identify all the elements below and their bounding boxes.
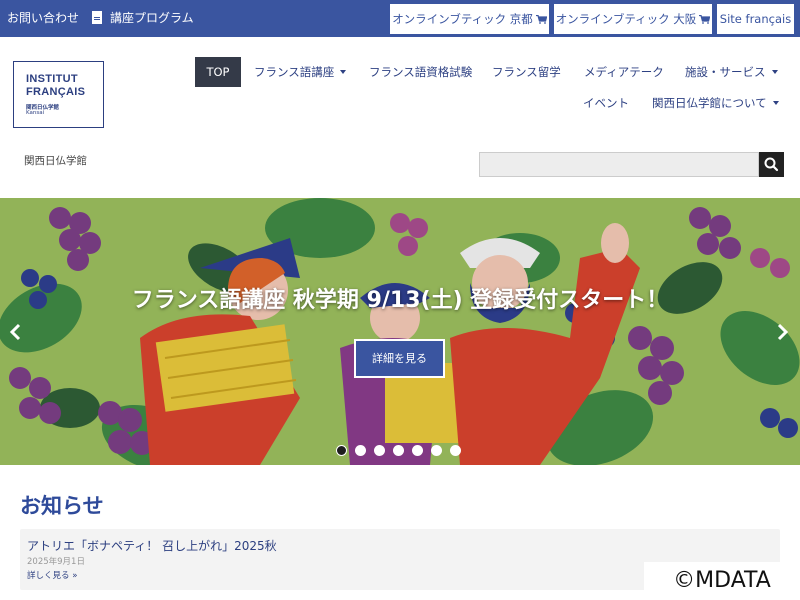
contact-link[interactable]: お問い合わせ bbox=[7, 0, 79, 37]
top-bar: お問い合わせ 講座プログラム オンラインブティック 京都 オンラインブティック … bbox=[0, 0, 800, 37]
boutique-kyoto-label: オンラインブティック 京都 bbox=[392, 12, 533, 26]
institut-francais-logo[interactable]: INSTITUT FRANÇAIS 関西日仏学館 Kansai bbox=[13, 61, 104, 128]
chevron-down-icon bbox=[771, 70, 778, 74]
cart-icon bbox=[699, 15, 711, 24]
nav-about-label: 関西日仏学館について bbox=[652, 96, 767, 110]
logo-line-2: FRANÇAIS bbox=[26, 86, 86, 98]
news-item-title[interactable]: アトリエ「ボナペティ！ 召し上がれ」2025秋 bbox=[27, 537, 277, 554]
nav-events[interactable]: イベント bbox=[583, 88, 629, 118]
chevron-right-icon[interactable] bbox=[772, 321, 792, 343]
slider-dot[interactable] bbox=[393, 445, 404, 456]
slider-dot[interactable] bbox=[336, 445, 347, 456]
chevron-down-icon bbox=[340, 70, 347, 74]
boutique-osaka-button[interactable]: オンラインブティック 大阪 bbox=[553, 3, 713, 35]
slider-dot[interactable] bbox=[431, 445, 442, 456]
slider-dot[interactable] bbox=[450, 445, 461, 456]
slider-dot[interactable] bbox=[374, 445, 385, 456]
nav-about[interactable]: 関西日仏学館について bbox=[652, 88, 779, 118]
nav-facilities-label: 施設・サービス bbox=[685, 65, 766, 79]
news-heading: お知らせ bbox=[20, 494, 104, 518]
site-francais-button[interactable]: Site français bbox=[716, 3, 795, 35]
slider-dot[interactable] bbox=[412, 445, 423, 456]
hero-illustration bbox=[0, 198, 800, 465]
nav-french-exams[interactable]: フランス語資格試験 bbox=[369, 57, 472, 87]
chevron-down-icon bbox=[772, 101, 779, 105]
news-item-more-link[interactable]: 詳しく見る » bbox=[27, 569, 77, 581]
nav-top[interactable]: TOP bbox=[195, 57, 241, 87]
logo-line-4: Kansai bbox=[26, 110, 45, 116]
cart-icon bbox=[535, 15, 547, 24]
boutique-osaka-label: オンラインブティック 大阪 bbox=[555, 12, 697, 26]
nav-french-courses-label: フランス語講座 bbox=[254, 65, 335, 79]
slider-dot[interactable] bbox=[355, 445, 366, 456]
program-link[interactable]: 講座プログラム bbox=[92, 0, 194, 37]
search-input[interactable] bbox=[479, 152, 759, 177]
search-button[interactable] bbox=[759, 152, 784, 177]
hero-details-button[interactable]: 詳細を見る bbox=[354, 339, 445, 378]
program-label: 講座プログラム bbox=[110, 11, 194, 25]
watermark: ©MDATA bbox=[644, 562, 800, 600]
hero-slider[interactable]: フランス語講座 秋学期 9/13(土) 登録受付スタート！ 詳細を見る bbox=[0, 198, 800, 465]
chevron-left-icon[interactable] bbox=[6, 321, 26, 343]
news-item-date: 2025年9月1日 bbox=[27, 557, 85, 567]
breadcrumb[interactable]: 関西日仏学館 bbox=[24, 153, 87, 168]
search-icon bbox=[764, 157, 779, 172]
hero-title: フランス語講座 秋学期 9/13(土) 登録受付スタート！ bbox=[131, 288, 669, 313]
nav-facilities[interactable]: 施設・サービス bbox=[685, 57, 778, 87]
nav-french-courses[interactable]: フランス語講座 bbox=[254, 57, 347, 87]
pdf-icon bbox=[92, 11, 102, 24]
nav-study-in-france[interactable]: フランス留学 bbox=[492, 57, 561, 87]
boutique-kyoto-button[interactable]: オンラインブティック 京都 bbox=[389, 3, 550, 35]
nav-mediatheque[interactable]: メディアテーク bbox=[584, 57, 664, 87]
logo-line-1: INSTITUT bbox=[26, 73, 78, 85]
